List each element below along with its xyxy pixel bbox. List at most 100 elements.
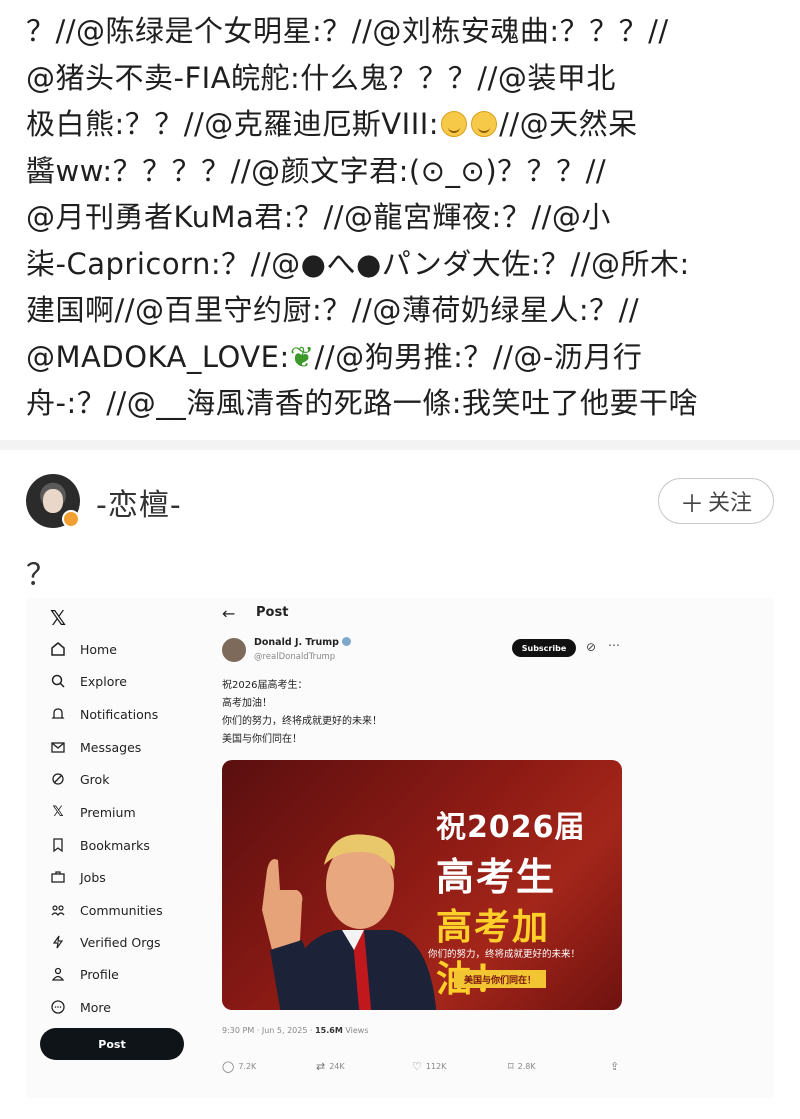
tweet-line-1: 祝2026届高考生： — [222, 680, 308, 691]
nav-label-jobs: Jobs — [80, 869, 106, 885]
home-icon — [50, 641, 66, 657]
nav-label-grok: Grok — [80, 771, 110, 787]
people-icon — [50, 902, 66, 918]
thumbs-up-person-image — [262, 834, 437, 1010]
chain-line-9: 舟-:？//@__海風清香的死路一條:我笑吐了他要干啥 — [26, 386, 699, 420]
nav-label-home: Home — [80, 641, 117, 657]
plus-icon: ＋ — [679, 489, 704, 518]
chain-line-3: 极白熊:？？//@克羅迪厄斯VIII: //@天然呆 — [26, 101, 786, 148]
poster-subtitle: 你们的努力，终将成就更好的未来！ — [428, 949, 581, 960]
username[interactable]: -恋檀- — [96, 480, 182, 524]
more-dots-icon: ⋯ — [608, 638, 620, 652]
nav-item-notifications: Notifications — [50, 703, 158, 725]
subscribe-button: Subscribe — [512, 639, 576, 657]
nav-item-communities: Communities — [50, 899, 163, 921]
author-name: Donald J. Trump — [254, 637, 351, 648]
nav-label-premium: Premium — [80, 804, 136, 820]
tweet-views-label: Views — [345, 1026, 369, 1035]
poster-banner: 美国与你们同在！ — [454, 970, 547, 988]
post-text: ？ — [26, 558, 56, 593]
bell-icon — [50, 706, 66, 722]
nav-label-explore: Explore — [80, 673, 127, 689]
briefcase-icon — [50, 869, 66, 885]
bookmark-icon — [50, 837, 66, 853]
tweet-line-3: 你们的努力，终将成就更好的未来！ — [222, 716, 382, 727]
more-icon — [50, 999, 66, 1015]
author-avatar — [222, 638, 246, 662]
chain-line-8-text: @MADOKA_LOVE: — [26, 339, 290, 374]
grok-icon: ⊘ — [586, 640, 597, 654]
chain-line-8-tail: //@狗男推:？//@-沥月行 — [314, 339, 643, 374]
author-handle: @realDonaldTrump — [254, 652, 336, 662]
nav-item-grok: Grok — [50, 768, 109, 790]
reply-count: 7.2K — [238, 1062, 257, 1071]
person-icon — [50, 966, 66, 982]
repost-chain: ？//@陈绿是个女明星:？//@刘栋安魂曲:？？？// @猪头不卖-FIA皖舵:… — [26, 8, 786, 428]
nav-item-premium: 𝕏 Premium — [50, 801, 136, 823]
tweet-line-2: 高考加油！ — [222, 698, 272, 709]
nav-item-explore: Explore — [50, 670, 127, 692]
author-name-text: Donald J. Trump — [254, 637, 339, 648]
nav-label-profile: Profile — [80, 966, 119, 982]
retweet-icon: ⇄ — [316, 1060, 326, 1073]
follow-label: 关注 — [707, 491, 752, 516]
chain-line-6: 柒-Capricorn:？//@●へ●パンダ大佐:？//@所木: — [26, 246, 690, 281]
nav-item-more: More — [50, 996, 111, 1018]
tweet-line-4: 美国与你们同在！ — [222, 734, 302, 745]
section-divider — [0, 440, 800, 450]
poster-title-line-2: 高考生 — [436, 855, 557, 899]
reply-icon: ◯ — [222, 1060, 235, 1073]
chain-line-5: @月刊勇者KuMa君:？//@龍宮輝夜:？//@小 — [26, 200, 611, 234]
search-icon — [50, 673, 66, 689]
follow-button[interactable]: ＋ 关注 — [658, 478, 774, 524]
bookmark-action: ⌑ 2.8K — [508, 1060, 536, 1073]
chain-line-7: 建国啊//@百里守约厨:？//@薄荷奶绿星人:？// — [26, 293, 640, 327]
tweet-views: 15.6M — [315, 1026, 343, 1035]
sweat-smile-emoji-icon — [441, 111, 468, 137]
nav-label-bookmarks: Bookmarks — [80, 837, 150, 853]
nav-item-home: Home — [50, 638, 117, 660]
chain-line-1: ？//@陈绿是个女明星:？//@刘栋安魂曲:？？？// — [26, 14, 669, 48]
share-action: ⇪ — [610, 1060, 619, 1073]
nav-item-bookmarks: Bookmarks — [50, 834, 150, 856]
post-header-title: Post — [256, 605, 289, 620]
retweet-action: ⇄ 24K — [316, 1060, 345, 1073]
nav-item-messages: Messages — [50, 736, 141, 758]
like-count: 112K — [425, 1062, 447, 1071]
bookmark-count: 2.8K — [517, 1062, 536, 1071]
lightning-icon — [50, 934, 66, 950]
tweet-time: 9:30 PM · Jun 5, 2025 · — [222, 1026, 313, 1035]
mail-icon — [50, 739, 66, 755]
retweet-count: 24K — [329, 1062, 345, 1071]
star-icon: ★ — [514, 934, 522, 943]
chain-line-3-tail: //@天然呆 — [499, 107, 638, 141]
nav-label-messages: Messages — [80, 739, 142, 755]
sidebar-post-button: Post — [40, 1028, 184, 1060]
avatar-face — [43, 489, 63, 513]
nav-item-jobs: Jobs — [50, 866, 106, 888]
chain-line-8: @MADOKA_LOVE:❦//@狗男推:？//@-沥月行 — [26, 334, 786, 381]
bookmark-icon: ⌑ — [508, 1060, 514, 1073]
like-action: ♡ 112K — [412, 1060, 446, 1073]
nav-label-communities: Communities — [80, 902, 163, 918]
poster-title-line-1: 祝2026届 — [436, 810, 586, 845]
like-icon: ♡ — [412, 1060, 422, 1073]
nav-item-profile: Profile — [50, 963, 119, 985]
verified-badge-icon — [62, 510, 80, 528]
tweet-meta: 9:30 PM · Jun 5, 2025 · 15.6M Views — [222, 1026, 368, 1035]
nav-item-verified-orgs: Verified Orgs — [50, 931, 161, 953]
herb-emoji-icon: ❦ — [289, 339, 315, 374]
x-icon: 𝕏 — [52, 804, 64, 820]
tweet-image: 祝2026届 高考生 高考加油！ ★ 你们的努力，终将成就更好的未来！ 美国与你… — [222, 760, 622, 1010]
reply-action: ◯ 7.2K — [222, 1060, 256, 1073]
embedded-screenshot[interactable]: 𝕏 Home Explore Notifications Messages Gr… — [26, 598, 774, 1098]
verified-icon — [342, 637, 351, 646]
nav-label-verified-orgs: Verified Orgs — [80, 934, 161, 950]
chain-line-4: 醬ww:？？？？//@颜文字君:(⊙_⊙)？？？// — [26, 153, 607, 188]
grok-icon — [50, 771, 66, 787]
chain-line-3-text: 极白熊:？？//@克羅迪厄斯VIII: — [26, 107, 440, 141]
sweat-smile-emoji-icon — [471, 111, 498, 137]
share-icon: ⇪ — [610, 1060, 620, 1073]
nav-label-notifications: Notifications — [80, 706, 159, 722]
x-logo-icon: 𝕏 — [50, 606, 67, 630]
